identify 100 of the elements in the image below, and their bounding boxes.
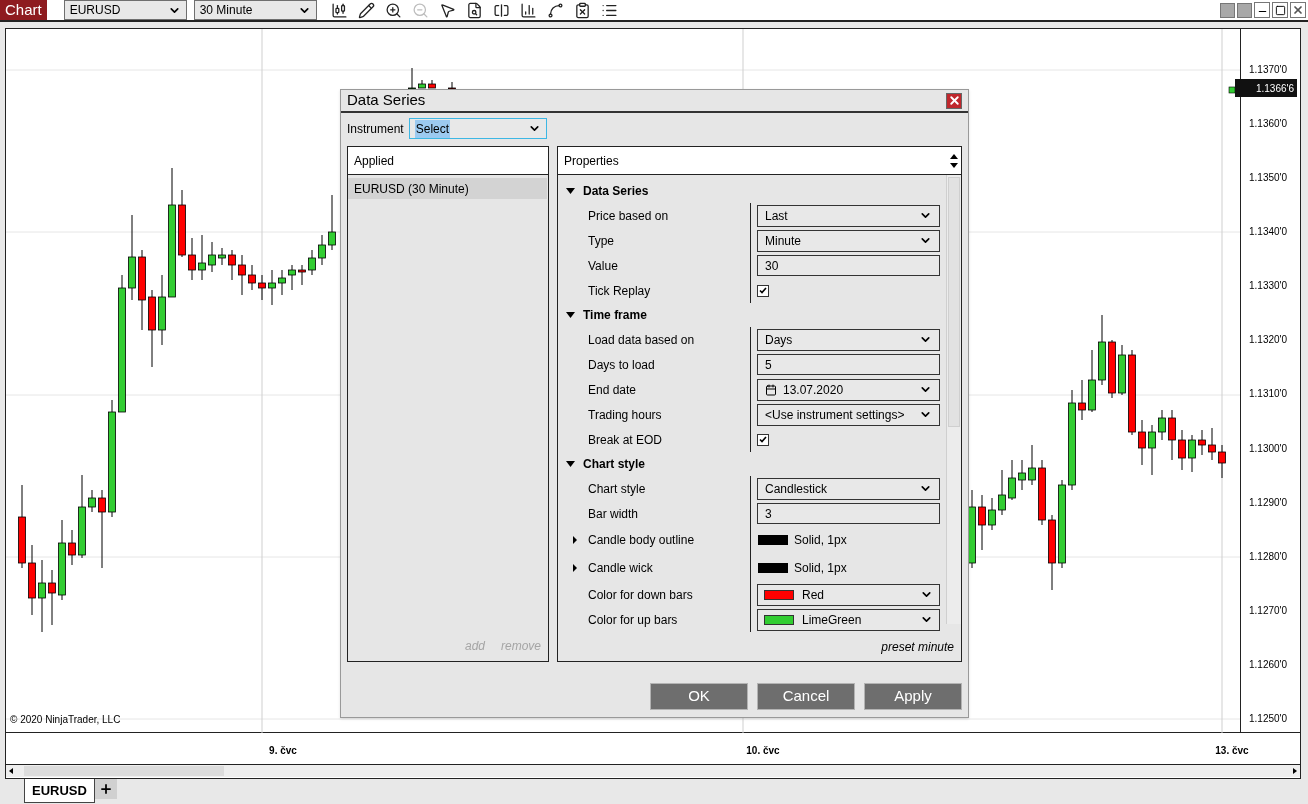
- date-label: 10. čvc: [746, 744, 780, 758]
- price-label: 1.1250'0: [1249, 713, 1288, 724]
- caret-down-icon[interactable]: [566, 461, 575, 467]
- candle: [298, 264, 306, 286]
- property-label: Load data based on: [588, 331, 695, 349]
- window-title: Chart: [0, 0, 47, 20]
- caret-right-icon[interactable]: [572, 536, 578, 544]
- caret-right-icon[interactable]: [572, 564, 578, 572]
- pencil-icon[interactable]: [357, 1, 375, 19]
- stroke-swatch[interactable]: [758, 535, 788, 545]
- color-name: LimeGreen: [802, 611, 862, 629]
- price-label: 1.1310'0: [1249, 389, 1288, 400]
- panels-icon[interactable]: [492, 1, 510, 19]
- scroll-arrows-icon[interactable]: [950, 153, 958, 168]
- input-field[interactable]: 5: [757, 354, 940, 375]
- candle: [28, 544, 36, 616]
- property-label: Candle body outline: [588, 532, 695, 549]
- candle: [428, 79, 436, 89]
- last-price-tag: 1.1366'6: [1235, 79, 1297, 97]
- candle: [448, 81, 456, 90]
- caret-down-icon[interactable]: [566, 312, 575, 318]
- candle: [1178, 429, 1186, 471]
- dialog-button[interactable]: Apply: [864, 683, 962, 710]
- pointer-icon[interactable]: [438, 1, 456, 19]
- candle: [998, 469, 1006, 516]
- close-button[interactable]: [946, 92, 962, 109]
- window-button[interactable]: [1220, 2, 1235, 18]
- checkbox[interactable]: [757, 433, 769, 446]
- candle: [328, 194, 336, 251]
- candle: [158, 274, 166, 346]
- color-dropdown[interactable]: Red: [757, 583, 940, 606]
- caret-down-icon[interactable]: [566, 188, 575, 194]
- input-field[interactable]: 30: [757, 255, 940, 276]
- maximize-button[interactable]: [1272, 2, 1288, 18]
- add-tab-button[interactable]: [94, 779, 117, 799]
- dropdown[interactable]: Minute: [757, 229, 940, 252]
- candle: [1018, 459, 1026, 491]
- color-dropdown[interactable]: LimeGreen: [757, 608, 940, 631]
- interval-dropdown[interactable]: 30 Minute: [193, 0, 317, 20]
- instrument-dropdown[interactable]: EURUSD: [63, 0, 187, 20]
- section-header: Data Series: [583, 183, 649, 200]
- stroke-swatch[interactable]: [758, 563, 788, 573]
- bar-chart-icon[interactable]: [519, 1, 537, 19]
- instrument-dropdown[interactable]: Select: [408, 118, 547, 139]
- section-header: Time frame: [583, 307, 647, 324]
- candle: [1168, 409, 1176, 461]
- dropdown[interactable]: Candlestick: [757, 477, 940, 500]
- applied-series-item[interactable]: EURUSD (30 Minute): [348, 178, 547, 199]
- property-label: Color for down bars: [588, 586, 693, 604]
- dialog-button[interactable]: Cancel: [757, 683, 855, 710]
- candle: [48, 569, 56, 626]
- property-label: Price based on: [588, 207, 669, 225]
- candle: [1188, 434, 1196, 473]
- dialog-button[interactable]: OK: [650, 683, 748, 710]
- candle: [258, 274, 266, 301]
- candle: [1218, 444, 1226, 479]
- dialog-title: Data Series: [347, 90, 426, 111]
- candle: [1078, 379, 1086, 421]
- candle: [278, 269, 286, 296]
- candle: [1088, 349, 1096, 413]
- close-icon: [947, 94, 961, 107]
- input-field[interactable]: 3: [757, 503, 940, 524]
- close-icon: [1292, 4, 1304, 16]
- price-label: 1.1320'0: [1249, 335, 1288, 346]
- window-button[interactable]: [1237, 2, 1252, 18]
- minimize-button[interactable]: [1254, 2, 1270, 18]
- price-label: 1.1290'0: [1249, 497, 1288, 508]
- dropdown[interactable]: <Use instrument settings>: [757, 403, 940, 426]
- property-label: Value: [588, 257, 618, 275]
- chart-tab[interactable]: EURUSD: [24, 779, 95, 803]
- price-label: 1.1360'0: [1249, 119, 1288, 130]
- property-label: Break at EOD: [588, 431, 663, 449]
- checkbox[interactable]: [757, 284, 769, 297]
- instrument-label: Instrument: [347, 120, 404, 138]
- property-label: Type: [588, 232, 614, 250]
- dropdown[interactable]: Days: [757, 328, 940, 351]
- clipboard-icon[interactable]: [573, 1, 591, 19]
- close-button[interactable]: [1290, 2, 1306, 18]
- scrollbar-thumb[interactable]: [24, 766, 224, 776]
- stroke-value: Solid, 1px: [794, 532, 847, 549]
- price-label: 1.1330'0: [1249, 281, 1288, 292]
- property-label: Candle wick: [588, 560, 653, 577]
- property-label: End date: [588, 381, 637, 399]
- line-chart-icon[interactable]: [546, 1, 564, 19]
- color-name: Red: [802, 586, 824, 604]
- candlestick-icon[interactable]: [330, 1, 348, 19]
- candle: [1158, 409, 1166, 441]
- date-picker[interactable]: 13.07.2020: [757, 378, 940, 401]
- candle: [1148, 424, 1156, 476]
- candle: [208, 241, 216, 273]
- zoom-in-icon[interactable]: [384, 1, 402, 19]
- price-label: 1.1260'0: [1249, 659, 1288, 670]
- document-search-icon[interactable]: [465, 1, 483, 19]
- date-value: 13.07.2020: [783, 381, 844, 399]
- candle: [1008, 459, 1016, 501]
- candle: [198, 234, 206, 281]
- candle: [1038, 459, 1046, 526]
- dropdown[interactable]: Last: [757, 204, 940, 227]
- scrollbar-thumb[interactable]: [948, 177, 960, 427]
- price-label: 1.1340'0: [1249, 227, 1288, 238]
